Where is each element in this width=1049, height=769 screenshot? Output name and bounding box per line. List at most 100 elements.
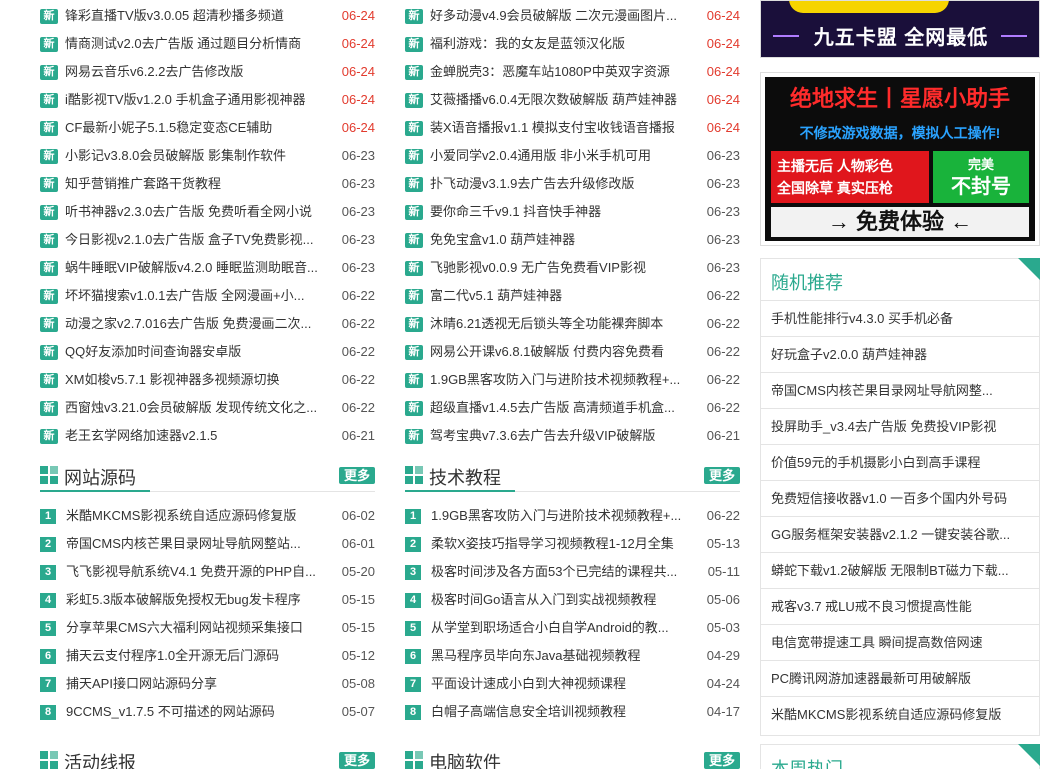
rank-item[interactable]: 7 捕天API接口网站源码分享 05-08	[40, 670, 375, 698]
item-title-link[interactable]: 知乎营销推广套路干货教程	[65, 170, 335, 198]
recommend-link[interactable]: 好玩盒子v2.0.0 葫芦娃神器	[761, 337, 1039, 373]
item-title-link[interactable]: XM如梭v5.7.1 影视神器多视频源切换	[65, 366, 335, 394]
rank-item[interactable]: 8 9CCMS_v1.7.5 不可描述的网站源码 05-07	[40, 698, 375, 726]
recommend-link[interactable]: PC腾讯网游加速器最新可用破解版	[761, 661, 1039, 697]
item-title-link[interactable]: 驾考宝典v7.3.6去广告去升级VIP破解版	[430, 422, 700, 450]
item-title-link[interactable]: 1.9GB黑客攻防入门与进阶技术视频教程+...	[431, 502, 700, 530]
rank-item[interactable]: 5 从学堂到职场适合小白自学Android的教... 05-03	[405, 614, 740, 642]
list-item[interactable]: 新知乎营销推广套路干货教程 06-23	[40, 170, 375, 198]
recommend-link[interactable]: 价值59元的手机摄影小白到高手课程	[761, 445, 1039, 481]
item-title-link[interactable]: 米酷MKCMS影视系统自适应源码修复版	[66, 502, 335, 530]
item-title-link[interactable]: 白帽子高端信息安全培训视频教程	[431, 698, 700, 726]
list-item[interactable]: 新西窗烛v3.21.0会员破解版 发现传统文化之... 06-22	[40, 394, 375, 422]
rank-item[interactable]: 1 1.9GB黑客攻防入门与进阶技术视频教程+... 06-22	[405, 502, 740, 530]
more-button-source[interactable]: 更多	[339, 467, 375, 484]
item-title-link[interactable]: 艾薇播播v6.0.4无限次数破解版 葫芦娃神器	[430, 86, 700, 114]
recommend-link[interactable]: 蟒蛇下载v1.2破解版 无限制BT磁力下载...	[761, 553, 1039, 589]
rank-item[interactable]: 3 极客时间涉及各方面53个已完结的课程共... 05-11	[405, 558, 740, 586]
item-title-link[interactable]: 今日影视v2.1.0去广告版 盒子TV免费影视...	[65, 226, 335, 254]
list-item[interactable]: 新 i酷影视TV版v1.2.0 手机盒子通用影视神器 06-24	[40, 86, 375, 114]
recommend-link[interactable]: 手机性能排行v4.3.0 买手机必备	[761, 301, 1039, 337]
list-item[interactable]: 新驾考宝典v7.3.6去广告去升级VIP破解版 06-21	[405, 422, 740, 450]
item-title-link[interactable]: 小爱同学v2.0.4通用版 非小米手机可用	[430, 142, 700, 170]
item-title-link[interactable]: 极客时间涉及各方面53个已完结的课程共...	[431, 558, 700, 586]
item-title-link[interactable]: 彩虹5.3版本破解版免授权无bug发卡程序	[66, 586, 335, 614]
list-item[interactable]: 新 XM如梭v5.7.1 影视神器多视频源切换 06-22	[40, 366, 375, 394]
list-item[interactable]: 新网易公开课v6.8.1破解版 付费内容免费看 06-22	[405, 338, 740, 366]
ad-banner-pubg-helper[interactable]: 绝地求生丨星愿小助手 不修改游戏数据，模拟人工操作! 主播无后 人物彩色 全国除…	[760, 72, 1040, 246]
item-title-link[interactable]: i酷影视TV版v1.2.0 手机盒子通用影视神器	[65, 86, 335, 114]
item-title-link[interactable]: 网易云音乐v6.2.2去广告修改版	[65, 58, 335, 86]
rank-item[interactable]: 4 极客时间Go语言从入门到实战视频教程 05-06	[405, 586, 740, 614]
item-title-link[interactable]: 金蝉脱壳3：恶魔车站1080P中英双字资源	[430, 58, 700, 86]
item-title-link[interactable]: 极客时间Go语言从入门到实战视频教程	[431, 586, 700, 614]
list-item[interactable]: 新网易云音乐v6.2.2去广告修改版 06-24	[40, 58, 375, 86]
ad-banner-kameng[interactable]: 九五卡盟 全网最低	[760, 0, 1040, 58]
list-item[interactable]: 新动漫之家v2.7.016去广告版 免费漫画二次... 06-22	[40, 310, 375, 338]
recommend-link[interactable]: GG服务框架安装器v2.1.2 一键安装谷歌...	[761, 517, 1039, 553]
recommend-link[interactable]: 电信宽带提速工具 瞬间提高数倍网速	[761, 625, 1039, 661]
rank-item[interactable]: 5 分享苹果CMS六大福利网站视频采集接口 05-15	[40, 614, 375, 642]
rank-item[interactable]: 4 彩虹5.3版本破解版免授权无bug发卡程序 05-15	[40, 586, 375, 614]
rank-item[interactable]: 2 柔软X姿技巧指导学习视频教程1-12月全集 05-13	[405, 530, 740, 558]
rank-item[interactable]: 7 平面设计速成小白到大神视频课程 04-24	[405, 670, 740, 698]
item-title-link[interactable]: 扑飞动漫v3.1.9去广告去升级修改版	[430, 170, 700, 198]
item-title-link[interactable]: 情商测试v2.0去广告版 通过题目分析情商	[65, 30, 335, 58]
item-title-link[interactable]: 平面设计速成小白到大神视频课程	[431, 670, 700, 698]
list-item[interactable]: 新锋彩直播TV版v3.0.05 超清秒播多频道 06-24	[40, 2, 375, 30]
rank-item[interactable]: 3 飞飞影视导航系统V4.1 免费开源的PHP自... 05-20	[40, 558, 375, 586]
list-item[interactable]: 新情商测试v2.0去广告版 通过题目分析情商 06-24	[40, 30, 375, 58]
list-item[interactable]: 新超级直播v1.4.5去广告版 高清频道手机盒... 06-22	[405, 394, 740, 422]
item-title-link[interactable]: 装X语音播报v1.1 模拟支付宝收钱语音播报	[430, 114, 700, 142]
list-item[interactable]: 新飞驰影视v0.0.9 无广告免费看VIP影视 06-23	[405, 254, 740, 282]
list-item[interactable]: 新坏坏猫搜索v1.0.1去广告版 全网漫画+小... 06-22	[40, 282, 375, 310]
list-item[interactable]: 新 QQ好友添加时间查询器安卓版 06-22	[40, 338, 375, 366]
more-button-activity[interactable]: 更多	[339, 752, 375, 769]
item-title-link[interactable]: 听书神器v2.3.0去广告版 免费听看全网小说	[65, 198, 335, 226]
list-item[interactable]: 新免免宝盒v1.0 葫芦娃神器 06-23	[405, 226, 740, 254]
list-item[interactable]: 新艾薇播播v6.0.4无限次数破解版 葫芦娃神器 06-24	[405, 86, 740, 114]
more-button-software[interactable]: 更多	[704, 752, 740, 769]
item-title-link[interactable]: 福利游戏：我的女友是蓝领汉化版	[430, 30, 700, 58]
rank-item[interactable]: 6 捕天云支付程序1.0全开源无后门源码 05-12	[40, 642, 375, 670]
item-title-link[interactable]: 分享苹果CMS六大福利网站视频采集接口	[66, 614, 335, 642]
list-item[interactable]: 新老王玄学网络加速器v2.1.5 06-21	[40, 422, 375, 450]
item-title-link[interactable]: 免免宝盒v1.0 葫芦娃神器	[430, 226, 700, 254]
item-title-link[interactable]: 蜗牛睡眠VIP破解版v4.2.0 睡眠监测助眠音...	[65, 254, 335, 282]
list-item[interactable]: 新扑飞动漫v3.1.9去广告去升级修改版 06-23	[405, 170, 740, 198]
list-item[interactable]: 新蜗牛睡眠VIP破解版v4.2.0 睡眠监测助眠音... 06-23	[40, 254, 375, 282]
item-title-link[interactable]: 锋彩直播TV版v3.0.05 超清秒播多频道	[65, 2, 335, 30]
list-item[interactable]: 新 CF最新小妮子5.1.5稳定变态CE辅助 06-24	[40, 114, 375, 142]
list-item[interactable]: 新好多动漫v4.9会员破解版 二次元漫画图片... 06-24	[405, 2, 740, 30]
item-title-link[interactable]: 黑马程序员毕向东Java基础视频教程	[431, 642, 700, 670]
item-title-link[interactable]: 沐晴6.21透视无后锁头等全功能裸奔脚本	[430, 310, 700, 338]
free-trial-button[interactable]: → 免费体验 ←	[771, 207, 1029, 237]
item-title-link[interactable]: 捕天API接口网站源码分享	[66, 670, 335, 698]
rank-item[interactable]: 1 米酷MKCMS影视系统自适应源码修复版 06-02	[40, 502, 375, 530]
rank-item[interactable]: 2 帝国CMS内核芒果目录网址导航网整站... 06-01	[40, 530, 375, 558]
item-title-link[interactable]: 坏坏猫搜索v1.0.1去广告版 全网漫画+小...	[65, 282, 335, 310]
item-title-link[interactable]: QQ好友添加时间查询器安卓版	[65, 338, 335, 366]
item-title-link[interactable]: 西窗烛v3.21.0会员破解版 发现传统文化之...	[65, 394, 335, 422]
item-title-link[interactable]: CF最新小妮子5.1.5稳定变态CE辅助	[65, 114, 335, 142]
recommend-link[interactable]: 投屏助手_v3.4去广告版 免费投VIP影视	[761, 409, 1039, 445]
recommend-link[interactable]: 米酷MKCMS影视系统自适应源码修复版	[761, 697, 1039, 733]
list-item[interactable]: 新金蝉脱壳3：恶魔车站1080P中英双字资源 06-24	[405, 58, 740, 86]
list-item[interactable]: 新富二代v5.1 葫芦娃神器 06-22	[405, 282, 740, 310]
list-item[interactable]: 新听书神器v2.3.0去广告版 免费听看全网小说 06-23	[40, 198, 375, 226]
list-item[interactable]: 新沐晴6.21透视无后锁头等全功能裸奔脚本 06-22	[405, 310, 740, 338]
list-item[interactable]: 新 1.9GB黑客攻防入门与进阶技术视频教程+... 06-22	[405, 366, 740, 394]
item-title-link[interactable]: 好多动漫v4.9会员破解版 二次元漫画图片...	[430, 2, 700, 30]
recommend-link[interactable]: 帝国CMS内核芒果目录网址导航网整...	[761, 373, 1039, 409]
list-item[interactable]: 新今日影视v2.1.0去广告版 盒子TV免费影视... 06-23	[40, 226, 375, 254]
rank-item[interactable]: 6 黑马程序员毕向东Java基础视频教程 04-29	[405, 642, 740, 670]
item-title-link[interactable]: 动漫之家v2.7.016去广告版 免费漫画二次...	[65, 310, 335, 338]
item-title-link[interactable]: 柔软X姿技巧指导学习视频教程1-12月全集	[431, 530, 700, 558]
list-item[interactable]: 新小影记v3.8.0会员破解版 影集制作软件 06-23	[40, 142, 375, 170]
item-title-link[interactable]: 飞飞影视导航系统V4.1 免费开源的PHP自...	[66, 558, 335, 586]
list-item[interactable]: 新要你命三千v9.1 抖音快手神器 06-23	[405, 198, 740, 226]
item-title-link[interactable]: 要你命三千v9.1 抖音快手神器	[430, 198, 700, 226]
item-title-link[interactable]: 网易公开课v6.8.1破解版 付费内容免费看	[430, 338, 700, 366]
item-title-link[interactable]: 捕天云支付程序1.0全开源无后门源码	[66, 642, 335, 670]
rank-item[interactable]: 8 白帽子高端信息安全培训视频教程 04-17	[405, 698, 740, 726]
